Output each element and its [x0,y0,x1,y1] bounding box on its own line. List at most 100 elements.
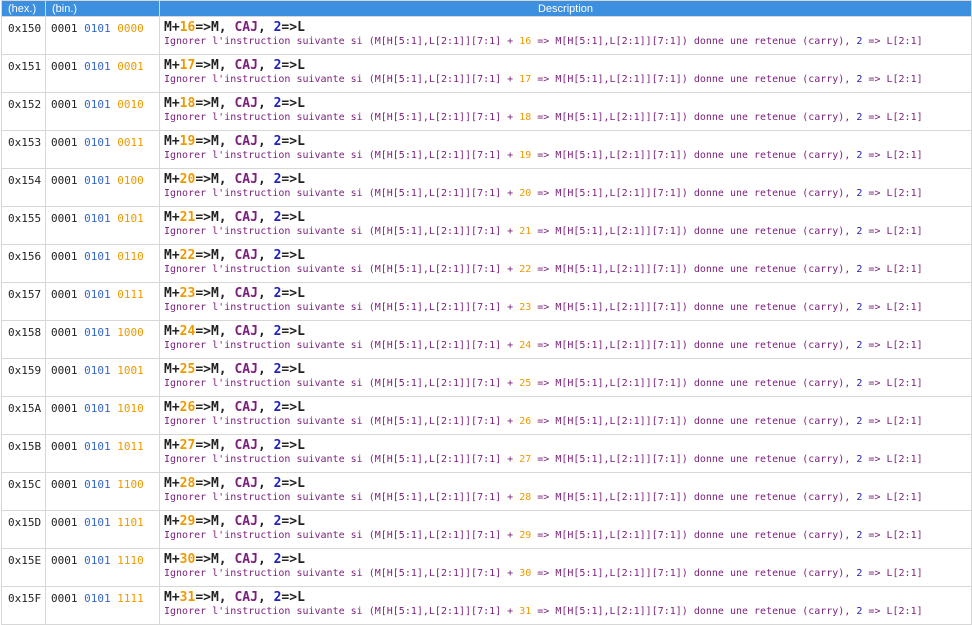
text-pre: Ignorer l'instruction suivante si (M[H[5… [164,606,520,617]
table-row: 0x155 0001 0101 0101 M+21=>M, CAJ, 2=>L … [1,206,972,245]
table-row: 0x156 0001 0101 0110 M+22=>M, CAJ, 2=>L … [1,244,972,283]
title-number: 24 [179,324,196,339]
bin-group-3: 1011 [117,440,144,453]
text-mid: => M[H[5:1],L[2:1]][7:1]) donne une rete… [531,568,857,579]
bin-group-2: 0101 [84,592,111,605]
description-cell: M+26=>M, CAJ, 2=>L Ignorer l'instruction… [159,396,972,435]
instruction-title: M+29=>M, CAJ, 2=>L [164,514,971,529]
title-keyword: CAJ [234,476,258,491]
bin-group-1: 0001 [51,174,78,187]
bin-group-3: 0001 [117,60,144,73]
instruction-description: Ignorer l'instruction suivante si (M[H[5… [164,605,971,619]
header-hex: (hex.) [1,0,46,17]
title-sep: , [257,476,274,491]
table-row: 0x151 0001 0101 0001 M+17=>M, CAJ, 2=>L … [1,54,972,93]
instruction-description: Ignorer l'instruction suivante si (M[H[5… [164,35,971,49]
instruction-title: M+28=>M, CAJ, 2=>L [164,476,971,491]
instruction-description: Ignorer l'instruction suivante si (M[H[5… [164,73,971,87]
title-sep: , [257,20,274,35]
hex-code: 0x15D [1,510,46,549]
table-row: 0x154 0001 0101 0100 M+20=>M, CAJ, 2=>L … [1,168,972,207]
title-sep: , [257,400,274,415]
description-cell: M+20=>M, CAJ, 2=>L Ignorer l'instruction… [159,168,972,207]
instruction-title: M+20=>M, CAJ, 2=>L [164,172,971,187]
title-pre: M+ [164,96,180,111]
bin-group-1: 0001 [51,212,78,225]
instruction-title: M+17=>M, CAJ, 2=>L [164,58,971,73]
title-sep: , [257,96,274,111]
text-mid: => M[H[5:1],L[2:1]][7:1]) donne une rete… [531,416,857,427]
instruction-title: M+30=>M, CAJ, 2=>L [164,552,971,567]
title-keyword: CAJ [234,58,258,73]
instruction-title: M+18=>M, CAJ, 2=>L [164,96,971,111]
instruction-description: Ignorer l'instruction suivante si (M[H[5… [164,529,971,543]
title-keyword: CAJ [234,590,258,605]
title-keyword: CAJ [234,172,258,187]
text-pre: Ignorer l'instruction suivante si (M[H[5… [164,112,520,123]
text-mid: => M[H[5:1],L[2:1]][7:1]) donne une rete… [531,264,857,275]
hex-code: 0x154 [1,168,46,207]
title-keyword: CAJ [234,324,258,339]
bin-code: 0001 0101 0111 [45,282,160,321]
text-mid: => M[H[5:1],L[2:1]][7:1]) donne une rete… [531,340,857,351]
text-post: => L[2:1] [862,530,923,541]
title-sep: , [257,134,274,149]
hex-code: 0x158 [1,320,46,359]
text-number: 20 [519,188,532,199]
title-keyword: CAJ [234,400,258,415]
instruction-table: (hex.) (bin.) Description 0x150 0001 010… [1,0,972,625]
title-pre: M+ [164,552,180,567]
title-sep: , [257,514,274,529]
title-post: =>L [281,400,305,415]
bin-code: 0001 0101 0101 [45,206,160,245]
text-mid: => M[H[5:1],L[2:1]][7:1]) donne une rete… [531,606,857,617]
title-keyword: CAJ [234,552,258,567]
text-number: 19 [519,150,532,161]
title-post: =>L [281,172,305,187]
title-post: =>L [281,590,305,605]
header-bin: (bin.) [45,0,160,17]
hex-code: 0x151 [1,54,46,93]
description-cell: M+19=>M, CAJ, 2=>L Ignorer l'instruction… [159,130,972,169]
bin-group-3: 1100 [117,478,144,491]
table-header-row: (hex.) (bin.) Description [1,0,972,17]
title-number: 26 [179,400,196,415]
instruction-description: Ignorer l'instruction suivante si (M[H[5… [164,149,971,163]
instruction-description: Ignorer l'instruction suivante si (M[H[5… [164,263,971,277]
bin-code: 0001 0101 0100 [45,168,160,207]
bin-group-1: 0001 [51,440,78,453]
text-post: => L[2:1] [862,264,923,275]
bin-code: 0001 0101 1001 [45,358,160,397]
text-post: => L[2:1] [862,112,923,123]
title-pre: M+ [164,438,180,453]
bin-group-1: 0001 [51,478,78,491]
table-row: 0x153 0001 0101 0011 M+19=>M, CAJ, 2=>L … [1,130,972,169]
bin-group-2: 0101 [84,516,111,529]
instruction-title: M+22=>M, CAJ, 2=>L [164,248,971,263]
title-keyword: CAJ [234,248,258,263]
text-number: 21 [519,226,532,237]
title-mid: =>M, [195,438,235,453]
title-mid: =>M, [195,58,235,73]
instruction-description: Ignorer l'instruction suivante si (M[H[5… [164,491,971,505]
title-number: 16 [179,20,196,35]
hex-code: 0x15B [1,434,46,473]
instruction-description: Ignorer l'instruction suivante si (M[H[5… [164,301,971,315]
title-number: 31 [179,590,196,605]
instruction-description: Ignorer l'instruction suivante si (M[H[5… [164,567,971,581]
text-pre: Ignorer l'instruction suivante si (M[H[5… [164,454,520,465]
text-mid: => M[H[5:1],L[2:1]][7:1]) donne une rete… [531,378,857,389]
bin-group-1: 0001 [51,60,78,73]
title-post: =>L [281,134,305,149]
description-cell: M+27=>M, CAJ, 2=>L Ignorer l'instruction… [159,434,972,473]
bin-group-1: 0001 [51,250,78,263]
bin-group-1: 0001 [51,554,78,567]
title-sep: , [257,552,274,567]
title-mid: =>M, [195,476,235,491]
text-number: 18 [519,112,532,123]
title-keyword: CAJ [234,286,258,301]
text-pre: Ignorer l'instruction suivante si (M[H[5… [164,530,520,541]
title-number: 21 [179,210,196,225]
text-pre: Ignorer l'instruction suivante si (M[H[5… [164,264,520,275]
text-pre: Ignorer l'instruction suivante si (M[H[5… [164,150,520,161]
